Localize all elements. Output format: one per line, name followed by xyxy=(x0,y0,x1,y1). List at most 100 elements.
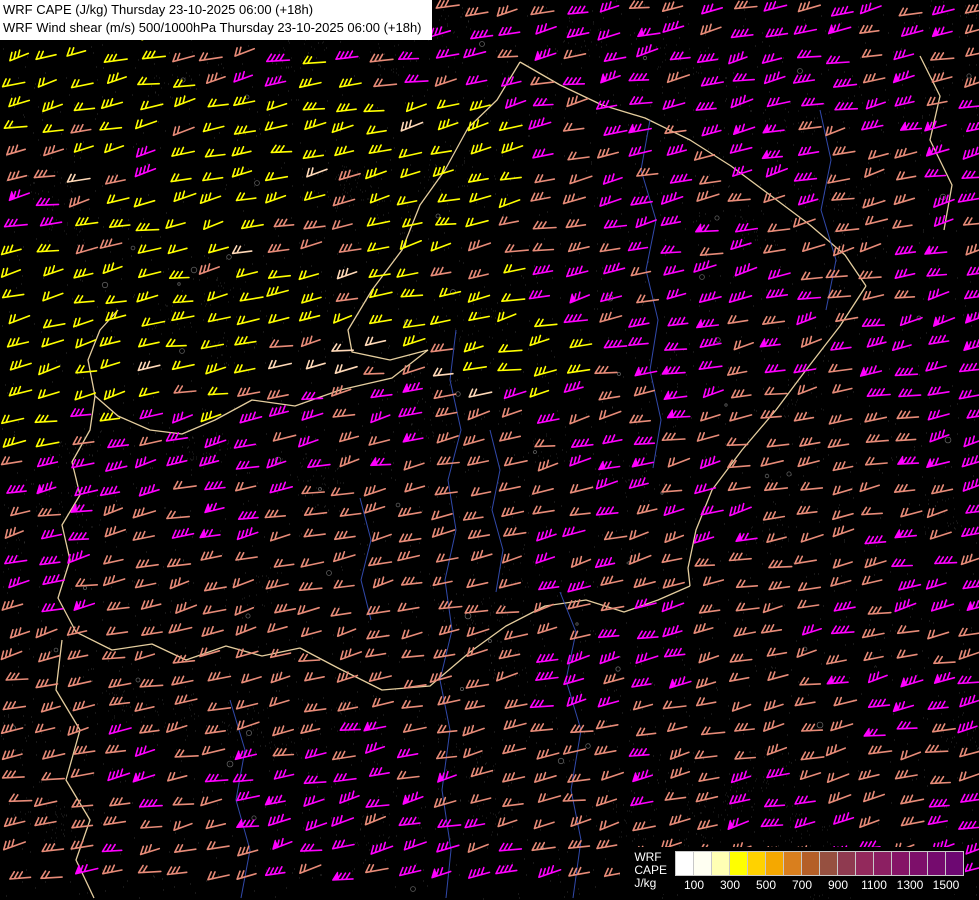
wind-barb xyxy=(797,1,821,13)
country-border xyxy=(519,61,867,287)
wind-barb xyxy=(133,197,156,208)
wind-barb xyxy=(664,531,685,543)
wind-barb xyxy=(567,241,590,253)
wind-barb xyxy=(138,268,162,279)
wind-barb xyxy=(799,437,821,447)
wind-barb xyxy=(595,795,618,807)
wind-barb xyxy=(662,20,685,33)
wind-barb xyxy=(861,119,884,131)
wind-barb xyxy=(237,510,259,520)
wind-barb xyxy=(330,607,352,617)
wind-barb xyxy=(170,173,192,183)
wind-barb xyxy=(241,219,264,230)
wind-barb xyxy=(763,699,784,712)
wind-barb xyxy=(41,602,64,613)
wind-barb xyxy=(796,49,822,59)
wind-barb xyxy=(40,701,61,713)
wind-barb xyxy=(268,405,289,417)
wind-barb xyxy=(569,338,593,349)
wind-barb xyxy=(264,509,286,519)
wind-barb xyxy=(734,0,758,10)
wind-barb xyxy=(364,502,386,514)
wind-barb xyxy=(896,720,918,730)
wind-barb xyxy=(925,361,947,372)
wind-barb xyxy=(497,311,517,323)
wind-barb xyxy=(536,413,560,424)
wind-barb xyxy=(102,864,123,875)
wind-barb xyxy=(300,239,323,250)
wind-barb xyxy=(264,866,286,877)
wind-barb xyxy=(233,438,256,449)
wind-barb xyxy=(532,97,554,107)
wind-barb xyxy=(767,268,791,280)
wind-barb xyxy=(4,526,24,539)
wind-barb xyxy=(204,724,226,735)
wind-barb xyxy=(175,601,198,614)
wind-barb xyxy=(66,625,88,636)
wind-barb xyxy=(531,485,554,495)
wind-barb xyxy=(1,289,25,299)
wind-barb xyxy=(103,388,126,401)
wind-barb xyxy=(858,270,882,280)
wind-barb xyxy=(429,26,452,38)
wind-barb xyxy=(300,723,321,734)
wind-barb xyxy=(735,222,758,233)
country-border xyxy=(919,55,953,231)
wind-barb xyxy=(0,267,22,278)
wind-barb xyxy=(137,244,162,254)
wind-barb xyxy=(858,769,880,781)
wind-barb xyxy=(628,337,649,347)
wind-barb xyxy=(958,389,979,400)
wind-barb xyxy=(2,838,26,851)
wind-barb xyxy=(964,289,979,300)
town-marker xyxy=(53,647,59,653)
wind-barb xyxy=(466,626,490,637)
wind-barb xyxy=(866,388,891,397)
wind-barb xyxy=(173,190,197,203)
wind-barb xyxy=(504,243,529,253)
wind-barb xyxy=(300,627,322,638)
town-marker xyxy=(764,473,770,479)
town-marker xyxy=(245,613,251,619)
wind-barb xyxy=(373,78,398,88)
wind-barb xyxy=(103,53,128,63)
wind-barb xyxy=(37,389,60,399)
wind-barb xyxy=(530,5,555,16)
legend-swatch xyxy=(837,851,856,876)
town-marker xyxy=(488,639,492,643)
wind-barb xyxy=(165,219,186,229)
wind-barb xyxy=(538,580,560,591)
wind-barb xyxy=(270,144,293,154)
wind-barb xyxy=(565,218,587,229)
legend-swatch xyxy=(909,851,928,876)
wind-barb xyxy=(107,768,131,782)
wind-barb xyxy=(139,436,162,447)
wind-barb xyxy=(864,456,888,466)
wind-barb xyxy=(470,487,492,497)
wind-barb xyxy=(370,841,394,855)
wind-barb xyxy=(966,122,979,133)
terrain-speckle-layer xyxy=(1,0,979,900)
wind-barb xyxy=(398,816,421,827)
wind-barb xyxy=(768,559,793,569)
wind-barb xyxy=(864,535,887,545)
wind-barb xyxy=(891,340,912,351)
wind-barb xyxy=(264,121,288,131)
wind-barb xyxy=(698,772,720,782)
wind-barb xyxy=(141,50,166,60)
wind-barb xyxy=(763,244,786,254)
wind-barb xyxy=(958,99,979,109)
wind-barb xyxy=(435,216,457,226)
wind-barb xyxy=(106,626,129,636)
wind-barb xyxy=(396,268,419,278)
wind-barb xyxy=(667,316,689,327)
wind-barb xyxy=(864,556,887,569)
wind-barb xyxy=(397,507,422,517)
wind-barb xyxy=(330,487,355,497)
wind-barb xyxy=(331,814,355,827)
wind-barb xyxy=(826,772,850,783)
wind-barb xyxy=(862,73,886,84)
wind-barb xyxy=(8,313,31,325)
wind-barb xyxy=(530,723,554,732)
wind-barb xyxy=(963,435,979,448)
